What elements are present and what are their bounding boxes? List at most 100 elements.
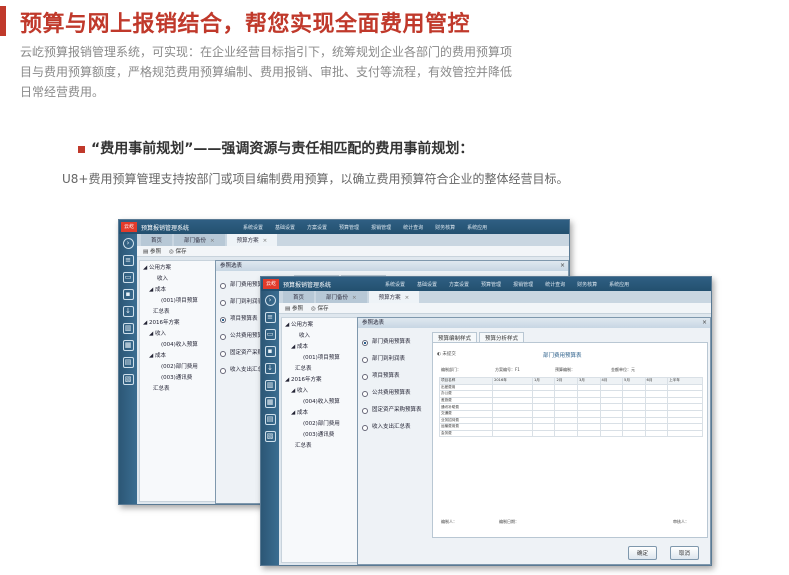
list-icon[interactable]: ≡: [264, 312, 276, 323]
menu-item[interactable]: 系统设置: [243, 224, 263, 231]
row-label: 办公费: [438, 390, 494, 398]
tab-budget-plan[interactable]: 预算方案 ×: [368, 291, 420, 303]
option-label: 公共费用预算表: [372, 390, 411, 396]
app-topbar: 云屹 预算报销管理系统 系统设置 基础设置 方案设置 预算管理 报销管理 统计查…: [119, 220, 569, 234]
menu-item[interactable]: 统计查询: [403, 224, 423, 231]
page-title: 预算与网上报销结合，帮您实现全面费用管控: [20, 12, 471, 37]
menu-item[interactable]: 预算管理: [481, 281, 501, 288]
grid-header-cell: 5月: [622, 377, 646, 385]
table-row: 办公费: [438, 390, 703, 398]
card-icon[interactable]: ▭: [264, 329, 276, 340]
option-radio[interactable]: 固定资产采购预算表: [362, 402, 430, 419]
calendar-icon[interactable]: ▦: [264, 397, 276, 408]
radio-icon: [220, 333, 226, 340]
tree-label: 公用方案: [290, 322, 313, 328]
option-label: 部门费用预算表: [372, 339, 411, 345]
tab-dept-backup[interactable]: 部门备份 ×: [316, 291, 367, 303]
dialog-title: 参照选表 ×: [358, 318, 710, 328]
radio-icon: [220, 367, 226, 374]
option-label: 项目预算表: [230, 316, 258, 322]
menu-item[interactable]: 财务核算: [577, 281, 597, 288]
tab-home[interactable]: 首页: [141, 234, 173, 246]
intro-text: 云屹预算报销管理系统，可实现：在企业经营目标指引下，统筹规划企业各部门的费用预算…: [20, 45, 513, 99]
params-button[interactable]: ▤ 参照: [143, 247, 161, 255]
dialog-title-text: 参照选表: [362, 320, 385, 326]
params-label: 参照: [149, 249, 161, 255]
tree-label: 2016年方案: [290, 377, 322, 383]
toolbar: ▤ 参照 ◎ 保存: [137, 246, 569, 257]
menu-item[interactable]: 系统应用: [467, 224, 487, 231]
report-icon[interactable]: ▧: [264, 431, 276, 442]
section-heading-text: “费用事前规划”——强调资源与责任相匹配的费用事前规划：: [91, 141, 474, 157]
menu-item[interactable]: 方案设置: [449, 281, 469, 288]
grid-header-cell: 1月: [531, 377, 556, 385]
calendar-icon[interactable]: ▦: [122, 340, 134, 351]
table-preview: ◐ 未提交 部门费用预算表 编制部门： 方案编号：F1 预算编制： 金额单位：元…: [432, 342, 708, 538]
footer-date: 编制日期：: [499, 519, 519, 524]
tab-dept-backup[interactable]: 部门备份 ×: [174, 234, 225, 246]
menu-item[interactable]: 基础设置: [417, 281, 437, 288]
option-radio[interactable]: 部门到利润表: [362, 351, 430, 368]
tree-label: 收入: [154, 331, 166, 337]
menu-item[interactable]: 财务核算: [435, 224, 455, 231]
params-button[interactable]: ▤ 参照: [285, 304, 303, 312]
document-icon[interactable]: ▤: [122, 357, 134, 368]
preview-info-prep: 预算编制：: [555, 367, 575, 372]
download-icon[interactable]: ↓: [122, 306, 134, 317]
menu-item[interactable]: 报销管理: [513, 281, 533, 288]
toolbar: ▤ 参照 ◎ 保存: [279, 303, 711, 314]
grid-header-cell: 上半年: [667, 377, 703, 385]
menu-item[interactable]: 预算管理: [339, 224, 359, 231]
grid-header-cell: 2016年: [492, 377, 533, 385]
table-row: 会务费: [438, 429, 703, 438]
option-radio[interactable]: 收入支出汇总表: [362, 419, 430, 436]
page: 预算与网上报销结合，帮您实现全面费用管控 云屹预算报销管理系统，可实现：在企业经…: [0, 0, 789, 575]
card-icon[interactable]: ▭: [122, 272, 134, 283]
section-description: U8+费用预算管理支持按部门或项目编制费用预算，以确立费用预算符合企业的整体经营…: [62, 172, 569, 186]
nav-arrow-icon[interactable]: ›: [264, 295, 276, 306]
cancel-button[interactable]: 取消: [670, 546, 700, 560]
menu-item[interactable]: 基础设置: [275, 224, 295, 231]
row-label: 通讯补助费: [438, 403, 494, 411]
close-icon[interactable]: ×: [210, 238, 215, 244]
menu-item[interactable]: 方案设置: [307, 224, 327, 231]
row-label: 交通费: [438, 409, 494, 418]
grid-header-cell: 项目名称: [438, 377, 494, 385]
close-icon[interactable]: ×: [405, 295, 410, 301]
close-icon[interactable]: ×: [263, 238, 268, 244]
tree-label: 2016年方案: [148, 320, 180, 326]
option-radio[interactable]: 部门费用预算表: [362, 334, 430, 351]
tree-label: 公用方案: [148, 265, 171, 271]
radio-icon: [220, 350, 226, 357]
list-icon[interactable]: ≡: [122, 255, 134, 266]
tab-home[interactable]: 首页: [283, 291, 315, 303]
document-icon[interactable]: ▤: [264, 414, 276, 425]
option-label: 固定资产采购预算表: [372, 407, 422, 413]
save-button[interactable]: ◎ 保存: [311, 304, 329, 312]
radio-icon: [220, 299, 226, 306]
chart-icon[interactable]: ▥: [264, 380, 276, 391]
folder-icon[interactable]: ▪: [264, 346, 276, 357]
menu-item[interactable]: 报销管理: [371, 224, 391, 231]
tab-budget-plan[interactable]: 预算方案 ×: [226, 234, 278, 246]
preview-title: 部门费用预算表: [543, 353, 582, 359]
option-radio[interactable]: 项目预算表: [362, 368, 430, 385]
chart-icon[interactable]: ▥: [122, 323, 134, 334]
grid-header-cell: 2月: [554, 377, 578, 385]
footer-reviewer: 审核人：: [673, 519, 689, 524]
close-icon[interactable]: ×: [352, 295, 357, 301]
ok-button[interactable]: 确定: [628, 546, 658, 560]
grid-header-cell: 3月: [577, 377, 601, 385]
option-radio[interactable]: 公共费用预算表: [362, 385, 430, 402]
nav-arrow-icon[interactable]: ›: [122, 238, 134, 249]
menu-item[interactable]: 系统应用: [609, 281, 629, 288]
menu-item[interactable]: 统计查询: [545, 281, 565, 288]
save-label: 保存: [317, 306, 329, 312]
download-icon[interactable]: ↓: [264, 363, 276, 374]
folder-icon[interactable]: ▪: [122, 289, 134, 300]
menu-item[interactable]: 系统设置: [385, 281, 405, 288]
save-button[interactable]: ◎ 保存: [169, 247, 187, 255]
close-icon[interactable]: ×: [702, 318, 707, 328]
close-icon[interactable]: ×: [560, 261, 565, 271]
report-icon[interactable]: ▧: [122, 374, 134, 385]
